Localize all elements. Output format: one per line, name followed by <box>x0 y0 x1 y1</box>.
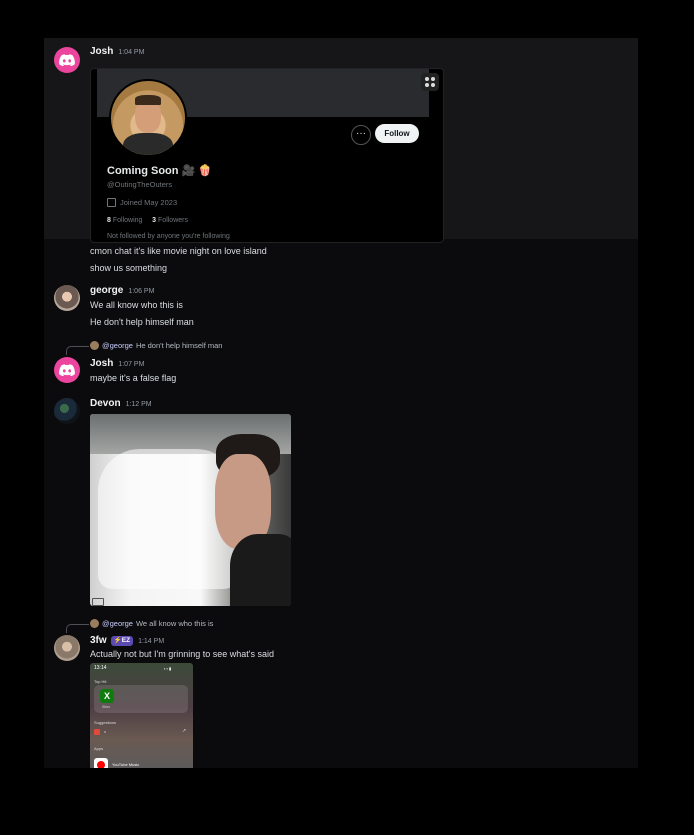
timestamp: 1:12 PM <box>126 401 152 408</box>
twitter-profile-embed[interactable]: ··· Follow Coming Soon 🎥 🍿 @OutingTheOut… <box>90 68 444 243</box>
message-line: show us something <box>90 263 167 273</box>
timestamp: 1:14 PM <box>138 638 164 645</box>
message-line: Actually not but I'm grinning to see wha… <box>90 649 274 659</box>
not-followed-note: Not followed by anyone you're following <box>107 233 230 240</box>
profile-picture[interactable] <box>109 79 187 157</box>
timestamp: 1:07 PM <box>118 361 144 368</box>
author-name[interactable]: Josh1:04 PM <box>90 46 144 57</box>
more-options-button[interactable]: ··· <box>351 125 371 145</box>
avatar <box>90 341 99 350</box>
expand-grid-icon[interactable] <box>421 73 439 91</box>
signal-icon: ▪ ▪ ▮ <box>164 666 171 671</box>
phone-clock: 13:14 <box>94 665 107 671</box>
section-label: Suggestions <box>94 720 116 725</box>
section-label: Apps <box>94 746 103 751</box>
top-hit-card: X Xbox <box>94 685 188 713</box>
avatar[interactable] <box>54 635 80 661</box>
timestamp: 1:04 PM <box>118 49 144 56</box>
reply-connector <box>66 624 89 633</box>
message-line: He don't help himself man <box>90 317 194 327</box>
avatar[interactable] <box>54 398 80 424</box>
suggestion-row: x ↗ <box>94 728 188 738</box>
avatar[interactable] <box>54 285 80 311</box>
author-name[interactable]: george1:06 PM <box>90 285 154 296</box>
timestamp: 1:06 PM <box>128 288 154 295</box>
avatar <box>90 619 99 628</box>
discord-logo-icon[interactable] <box>54 47 80 73</box>
reply-connector <box>66 346 89 355</box>
xbox-app-icon: X <box>100 689 114 703</box>
profile-handle: @OutingTheOuters <box>107 180 172 189</box>
discord-logo-icon[interactable] <box>54 357 80 383</box>
image-attachment[interactable]: 13:14 ▪ ▪ ▮ Top Hit X Xbox Suggestions x… <box>90 663 193 768</box>
calendar-icon <box>107 198 116 207</box>
author-name[interactable]: 3fw⚡EZ1:14 PM <box>90 635 164 646</box>
app-label: Xbox <box>102 705 110 709</box>
reply-preview[interactable]: @georgeWe all know who this is <box>90 619 213 628</box>
message-line: We all know who this is <box>90 300 183 310</box>
app-icon <box>94 729 100 735</box>
section-label: Top Hit <box>94 679 106 684</box>
joined-date: Joined May 2023 <box>107 198 177 207</box>
author-name[interactable]: Josh1:07 PM <box>90 358 144 369</box>
guild-tag-badge[interactable]: ⚡EZ <box>111 636 133 646</box>
video-attachment[interactable] <box>90 414 291 606</box>
chat-panel: Josh1:04 PM ··· Follow Coming Soon 🎥 🍿 @… <box>44 38 638 768</box>
follow-button[interactable]: Follow <box>375 124 419 143</box>
message-line: maybe it's a false flag <box>90 373 176 383</box>
app-label: YouTube Music <box>112 762 139 767</box>
video-control-icon[interactable] <box>92 598 104 606</box>
reply-preview[interactable]: @georgeHe don't help himself man <box>90 341 222 350</box>
message-line: cmon chat it's like movie night on love … <box>90 246 267 256</box>
youtube-music-icon <box>94 758 108 768</box>
follow-stats: 8 Following 3 Followers <box>107 217 188 224</box>
arrow-icon: ↗ <box>182 728 186 734</box>
profile-name: Coming Soon 🎥 🍿 <box>107 164 212 177</box>
author-name[interactable]: Devon1:12 PM <box>90 398 152 409</box>
